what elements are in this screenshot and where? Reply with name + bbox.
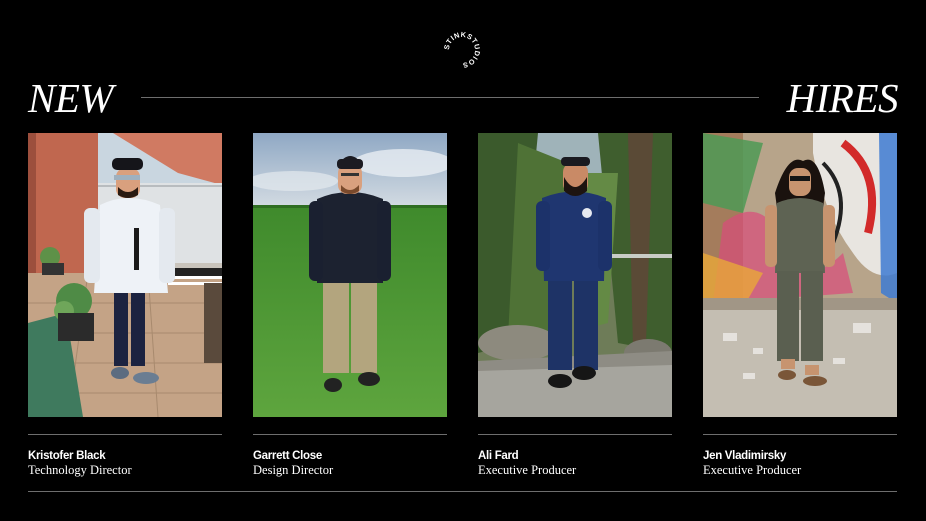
headline-divider <box>141 97 759 98</box>
hire-card-garrett-close: Garrett Close Design Director <box>253 133 447 477</box>
hire-photo <box>28 133 222 417</box>
hire-role: Executive Producer <box>703 463 802 477</box>
headline-hires: HIRES <box>786 75 899 121</box>
person-photo-rooftop <box>28 133 222 417</box>
hire-name: Kristofer Black <box>28 450 106 462</box>
svg-text:STINKSTUDIOS: STINKSTUDIOS <box>443 31 481 69</box>
hire-photo <box>703 133 897 417</box>
hire-photo <box>478 133 672 417</box>
hire-name: Jen Vladimirsky <box>703 450 787 462</box>
card-divider <box>28 434 222 435</box>
hire-role: Design Director <box>253 463 334 477</box>
circular-wordmark-icon: STINKSTUDIOS <box>443 31 481 69</box>
hire-name: Garrett Close <box>253 450 322 462</box>
logo-text: STINKSTUDIOS <box>443 31 481 69</box>
card-divider <box>253 434 447 435</box>
person-photo-graffiti <box>703 133 897 417</box>
hire-card-kristofer-black: Kristofer Black Technology Director <box>28 133 222 477</box>
bottom-divider <box>28 491 897 492</box>
person-photo-forest <box>478 133 672 417</box>
card-divider <box>478 434 672 435</box>
hire-role: Executive Producer <box>478 463 577 477</box>
brand-logo: STINKSTUDIOS <box>443 31 481 69</box>
hire-card-ali-fard: Ali Fard Executive Producer <box>478 133 672 477</box>
card-divider <box>703 434 897 435</box>
hire-name: Ali Fard <box>478 450 519 462</box>
hire-photo <box>253 133 447 417</box>
hire-card-jen-vladimirsky: Jen Vladimirsky Executive Producer <box>703 133 897 477</box>
person-photo-field <box>253 133 447 417</box>
headline-new: NEW <box>28 75 114 121</box>
hire-role: Technology Director <box>28 463 132 477</box>
